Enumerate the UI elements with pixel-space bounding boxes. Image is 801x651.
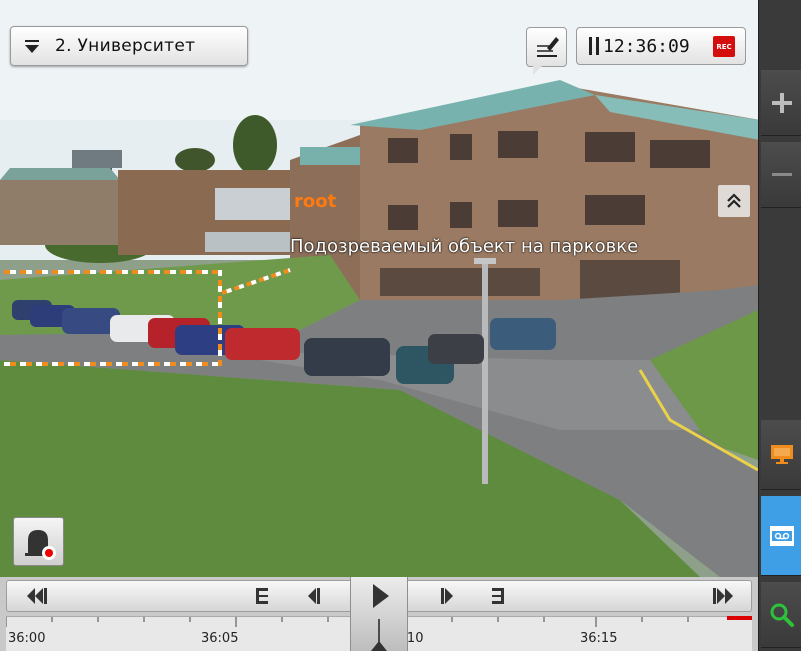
- current-time: 12:36:09: [603, 35, 690, 57]
- zoom-out-button[interactable]: [761, 142, 801, 208]
- annotation-text: Подозреваемый объект на парковке: [290, 236, 639, 257]
- archive-mode-button[interactable]: [761, 496, 801, 576]
- film-archive-icon: [769, 525, 794, 546]
- camera-scene: [0, 0, 758, 577]
- recording-marker: [727, 616, 752, 620]
- step-forward-icon: [441, 588, 453, 604]
- double-chevron-up-icon: [727, 193, 741, 208]
- monitor-icon: [770, 444, 793, 464]
- collapse-annotation-button[interactable]: [718, 185, 750, 217]
- live-mode-button[interactable]: [761, 420, 801, 490]
- go-to-start-of-interval-button[interactable]: [247, 581, 277, 611]
- plus-icon: [771, 92, 792, 113]
- search-button[interactable]: [761, 582, 801, 648]
- triangle-down-icon: [25, 40, 39, 53]
- annotation-user: root: [294, 191, 337, 212]
- tick-label: 36:05: [201, 631, 239, 646]
- comment-button[interactable]: [526, 27, 567, 75]
- minus-icon: [771, 172, 792, 176]
- jump-end-button[interactable]: [703, 581, 743, 611]
- skip-to-end-icon: [713, 588, 733, 604]
- interval-end-icon: [492, 588, 504, 604]
- comment-bubble-icon: [537, 37, 559, 57]
- camera-name: 2. Университет: [55, 36, 196, 56]
- right-sidebar: [758, 0, 801, 651]
- jump-start-button[interactable]: [17, 581, 57, 611]
- pause-icon: [589, 37, 599, 55]
- bell-alarm-icon: [25, 530, 56, 560]
- camera-viewport[interactable]: 2. Университет 12:36:09 REC root Подозре…: [0, 0, 758, 577]
- zoom-in-button[interactable]: [761, 70, 801, 136]
- playback-time-display: 12:36:09 REC: [576, 27, 746, 65]
- camera-select-button[interactable]: 2. Университет: [10, 26, 248, 66]
- tick-label: 36:00: [8, 631, 46, 646]
- rec-badge: REC: [713, 36, 735, 57]
- step-back-icon: [308, 588, 320, 604]
- timeline-panel: 36:00 36:05 36:10 36:15: [0, 577, 758, 651]
- step-back-button[interactable]: [299, 581, 329, 611]
- skip-to-start-icon: [27, 588, 47, 604]
- alarm-button[interactable]: [13, 517, 64, 566]
- step-forward-button[interactable]: [432, 581, 462, 611]
- play-button[interactable]: [350, 577, 408, 651]
- interval-start-icon: [256, 588, 268, 604]
- tick-label: 36:15: [580, 631, 618, 646]
- go-to-end-of-interval-button[interactable]: [483, 581, 513, 611]
- search-icon: [770, 603, 794, 627]
- play-icon: [371, 584, 389, 651]
